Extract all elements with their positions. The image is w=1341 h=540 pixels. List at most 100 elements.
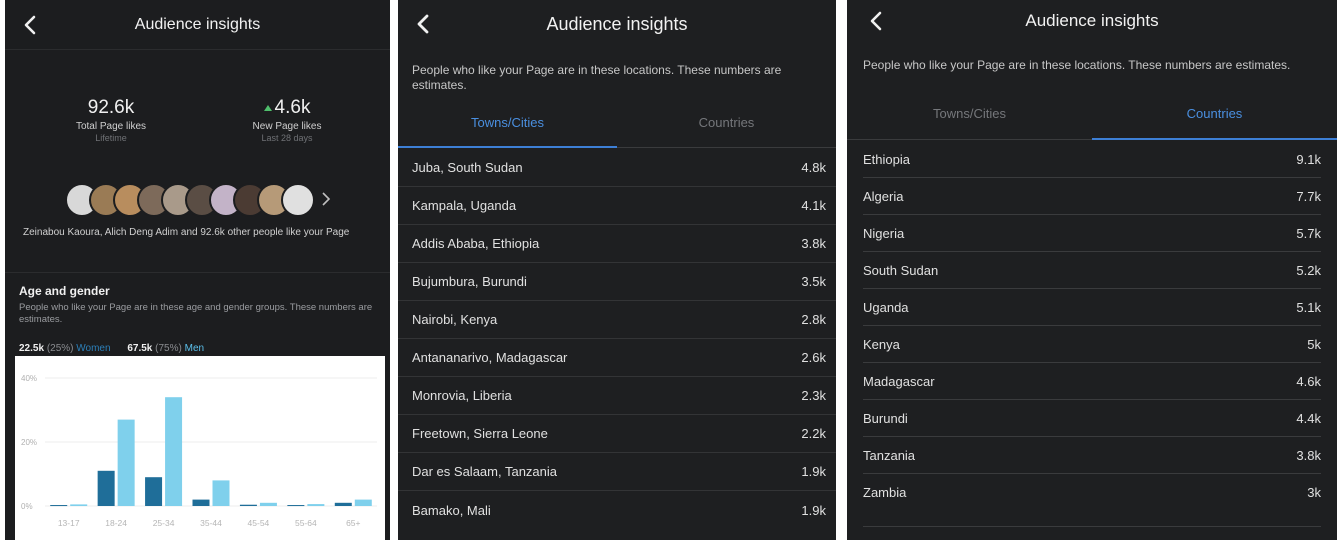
location-name: Antananarivo, Madagascar [412,350,568,365]
divider [5,272,390,273]
bar-men-65+ [354,499,372,506]
location-name: Zambia [863,485,907,500]
x-tick-label: 55-64 [295,518,317,528]
x-tick-label: 18-24 [105,518,127,528]
new-likes-sub: Last 28 days [261,133,313,143]
location-name: Juba, South Sudan [412,160,523,175]
location-tabs: Towns/Cities Countries [398,110,836,148]
up-arrow-icon [263,104,272,111]
location-count: 2.6k [801,350,826,365]
location-name: Tanzania [863,448,916,463]
women-label: Women [76,343,111,354]
location-count: 5.1k [1296,300,1321,315]
list-item: Algeria 7.7k [847,178,1337,215]
back-arrow-icon[interactable] [865,9,889,33]
location-count: 9.1k [1296,152,1321,167]
list-item: Nigeria 5.7k [847,215,1337,252]
page-title: Audience insights [134,15,261,33]
location-name: Kampala, Uganda [412,198,517,213]
page-title: Audience insights [1025,11,1159,30]
y-tick-label: 40% [21,374,37,383]
list-item: Antananarivo, Madagascar 2.6k [398,339,836,377]
bar-women-13-17 [50,505,68,507]
age-gender-description: People who like your Page are in these a… [19,302,373,325]
location-count: 3.5k [801,274,826,289]
list-item: Dar es Salaam, Tanzania 1.9k [398,453,836,491]
chevron-right-icon[interactable] [319,190,333,208]
location-name: Uganda [863,300,909,315]
list-item: Uganda 5.1k [847,289,1337,326]
back-arrow-icon[interactable] [19,13,43,37]
list-item: Tanzania 3.8k [847,437,1337,474]
location-name: Freetown, Sierra Leone [412,426,548,441]
women-pct: (25%) [46,343,74,354]
new-page-likes-stat: 4.6k New Page likes Last 28 days [237,97,337,143]
list-item: Ethiopia 9.1k [847,141,1337,178]
list-item: Kampala, Uganda 4.1k [398,187,836,225]
x-tick-label: 13-17 [58,518,80,528]
location-name: Bamako, Mali [412,502,491,518]
men-label: Men [184,343,205,354]
bar-men-13-17 [70,504,88,506]
men-value: 67.5k [127,343,153,354]
tab-countries[interactable]: Countries [617,110,836,147]
location-name: Monrovia, Liberia [412,388,512,403]
list-item: Bamako, Mali 1.9k [398,491,836,529]
bar-women-25-34 [145,477,163,506]
liker-avatars[interactable] [65,183,315,217]
location-count: 3.8k [801,236,826,251]
locations-description: People who like your Page are in these l… [412,63,782,92]
location-name: Addis Ababa, Ethiopia [412,236,540,251]
countries-list: Ethiopia 9.1k Algeria 7.7k Nigeria 5.7k South … [847,141,1337,527]
x-tick-label: 25-34 [153,518,175,528]
location-count: 3.8k [1296,448,1321,463]
location-name: Dar es Salaam, Tanzania [412,464,558,479]
location-name: Burundi [863,411,908,426]
bar-men-35-44 [212,480,230,506]
location-count: 7.7k [1296,189,1321,204]
location-count: 1.9k [801,464,826,479]
age-gender-title: Age and gender [19,284,110,298]
location-count: 4.6k [1296,374,1321,389]
location-name: Madagascar [863,374,935,389]
location-count: 2.3k [801,388,826,403]
list-item: Freetown, Sierra Leone 2.2k [398,415,836,453]
bar-men-45-54 [259,502,277,506]
location-name: Nigeria [863,226,905,241]
location-count: 4.1k [801,198,826,213]
bar-women-35-44 [192,499,210,506]
bar-women-65+ [334,502,352,506]
tab-towns-cities[interactable]: Towns/Cities [847,104,1092,139]
new-likes-value: 4.6k [274,97,311,118]
women-value: 22.5k [19,343,45,354]
header: Audience insights [847,0,1337,42]
cities-list: Juba, South Sudan 4.8k Kampala, Uganda 4.1k… [398,149,836,529]
tab-countries[interactable]: Countries [1092,104,1337,140]
location-name: Kenya [863,337,900,352]
gender-split: 22.5k (25%) Women 67.5k (75%) Men [19,343,204,354]
total-likes-value: 92.6k [87,97,135,118]
locations-description: People who like your Page are in these l… [863,58,1291,72]
list-item: Juba, South Sudan 4.8k [398,149,836,187]
total-likes-label: Total Page likes [75,121,147,132]
bar-women-45-54 [239,504,257,506]
x-tick-label: 65+ [346,518,360,528]
age-gender-chart: 40% 20% 0% 13-17 18-24 25-34 35-44 45-54 55-64 65… [15,356,385,540]
location-count: 5.7k [1296,226,1321,241]
list-item: Bujumbura, Burundi 3.5k [398,263,836,301]
location-count: 3k [1307,485,1321,500]
list-item: Kenya 5k [847,326,1337,363]
header: Audience insights [5,0,390,50]
list-item: Nairobi, Kenya 2.8k [398,301,836,339]
list-item: Burundi 4.4k [847,400,1337,437]
location-name: Bujumbura, Burundi [412,274,527,289]
new-likes-label: New Page likes [252,121,322,132]
location-count: 4.4k [1296,411,1321,426]
location-count: 5.2k [1296,263,1321,278]
location-count: 2.2k [801,426,826,441]
back-arrow-icon[interactable] [412,12,436,36]
tab-towns-cities[interactable]: Towns/Cities [398,110,617,148]
page-title: Audience insights [546,13,688,34]
list-item: Madagascar 4.6k [847,363,1337,400]
avatar[interactable] [281,183,315,217]
